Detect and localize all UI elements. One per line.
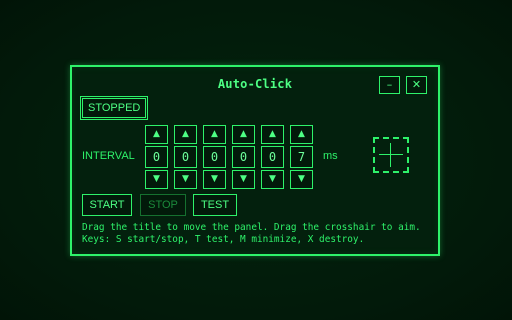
interval-unit: ms [323, 150, 338, 162]
digit-column-1: ▲ 0 ▼ [145, 125, 168, 189]
digit-3-value: 0 [203, 146, 226, 168]
digit-5-up-button[interactable]: ▲ [261, 125, 284, 144]
auto-click-panel: Auto-Click – ✕ STOPPED INTERVAL ▲ 0 ▼ ▲ … [70, 65, 440, 256]
test-button[interactable]: TEST [193, 194, 237, 216]
start-button[interactable]: START [82, 194, 132, 216]
digit-4-value: 0 [232, 146, 255, 168]
close-button[interactable]: ✕ [406, 76, 427, 94]
digit-3-up-button[interactable]: ▲ [203, 125, 226, 144]
digit-column-3: ▲ 0 ▼ [203, 125, 226, 189]
digit-6-down-button[interactable]: ▼ [290, 170, 313, 189]
digit-column-6: ▲ 7 ▼ [290, 125, 313, 189]
minimize-button[interactable]: – [379, 76, 400, 94]
help-text: Drag the title to move the panel. Drag t… [82, 222, 421, 246]
crosshair-vertical-line [390, 143, 391, 167]
digit-5-down-button[interactable]: ▼ [261, 170, 284, 189]
digit-6-up-button[interactable]: ▲ [290, 125, 313, 144]
stop-button[interactable]: STOP [140, 194, 186, 216]
digit-2-up-button[interactable]: ▲ [174, 125, 197, 144]
digit-4-down-button[interactable]: ▼ [232, 170, 255, 189]
help-line-2: Keys: S start/stop, T test, M minimize, … [82, 234, 365, 245]
digit-2-down-button[interactable]: ▼ [174, 170, 197, 189]
digit-6-value: 7 [290, 146, 313, 168]
digit-4-up-button[interactable]: ▲ [232, 125, 255, 144]
digit-1-down-button[interactable]: ▼ [145, 170, 168, 189]
digit-column-4: ▲ 0 ▼ [232, 125, 255, 189]
help-line-1: Drag the title to move the panel. Drag t… [82, 222, 421, 233]
crosshair-horizontal-line [379, 154, 403, 155]
digit-column-2: ▲ 0 ▼ [174, 125, 197, 189]
interval-label: INTERVAL [82, 150, 135, 162]
digit-1-value: 0 [145, 146, 168, 168]
digit-1-up-button[interactable]: ▲ [145, 125, 168, 144]
digit-2-value: 0 [174, 146, 197, 168]
digit-3-down-button[interactable]: ▼ [203, 170, 226, 189]
crosshair-icon[interactable] [373, 137, 409, 173]
status-badge: STOPPED [79, 96, 149, 120]
digit-column-5: ▲ 0 ▼ [261, 125, 284, 189]
digit-5-value: 0 [261, 146, 284, 168]
